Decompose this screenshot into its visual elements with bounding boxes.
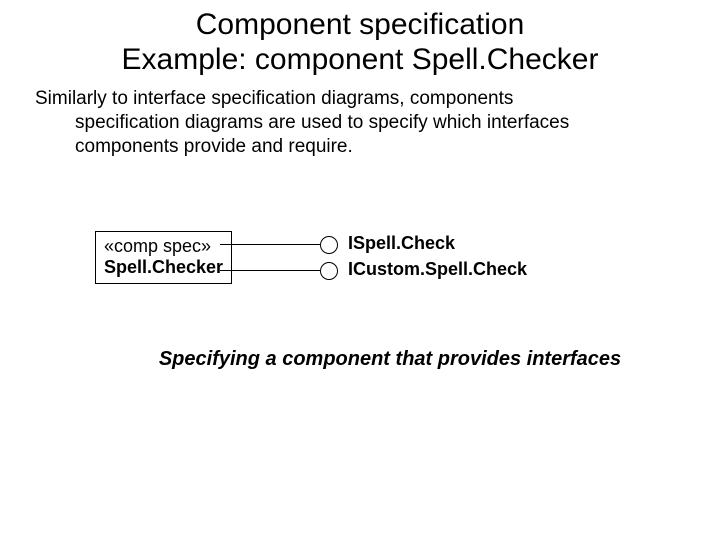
body-paragraph: Similarly to interface specification dia… — [0, 77, 720, 158]
component-box: «comp spec» Spell.Checker — [95, 231, 232, 283]
component-name: Spell.Checker — [104, 257, 223, 278]
body-line-1: Similarly to interface specification dia… — [35, 88, 513, 109]
lollipop-icon — [320, 262, 338, 280]
provided-interface-connector — [220, 244, 320, 245]
lollipop-icon — [320, 236, 338, 254]
component-stereotype: «comp spec» — [104, 236, 223, 257]
interface-label: ICustom.Spell.Check — [348, 259, 527, 280]
component-diagram: «comp spec» Spell.Checker ISpell.Check I… — [0, 213, 720, 313]
title-line-1: Component specification — [196, 8, 525, 41]
title-line-2: Example: component Spell.Checker — [122, 43, 599, 76]
interface-label: ISpell.Check — [348, 233, 455, 254]
slide-title: Component specification Example: compone… — [0, 0, 720, 77]
provided-interface-connector — [220, 270, 320, 271]
body-line-2: specification diagrams are used to speci… — [35, 111, 685, 135]
diagram-caption: Specifying a component that provides int… — [0, 348, 720, 371]
body-line-3: components provide and require. — [35, 135, 685, 159]
